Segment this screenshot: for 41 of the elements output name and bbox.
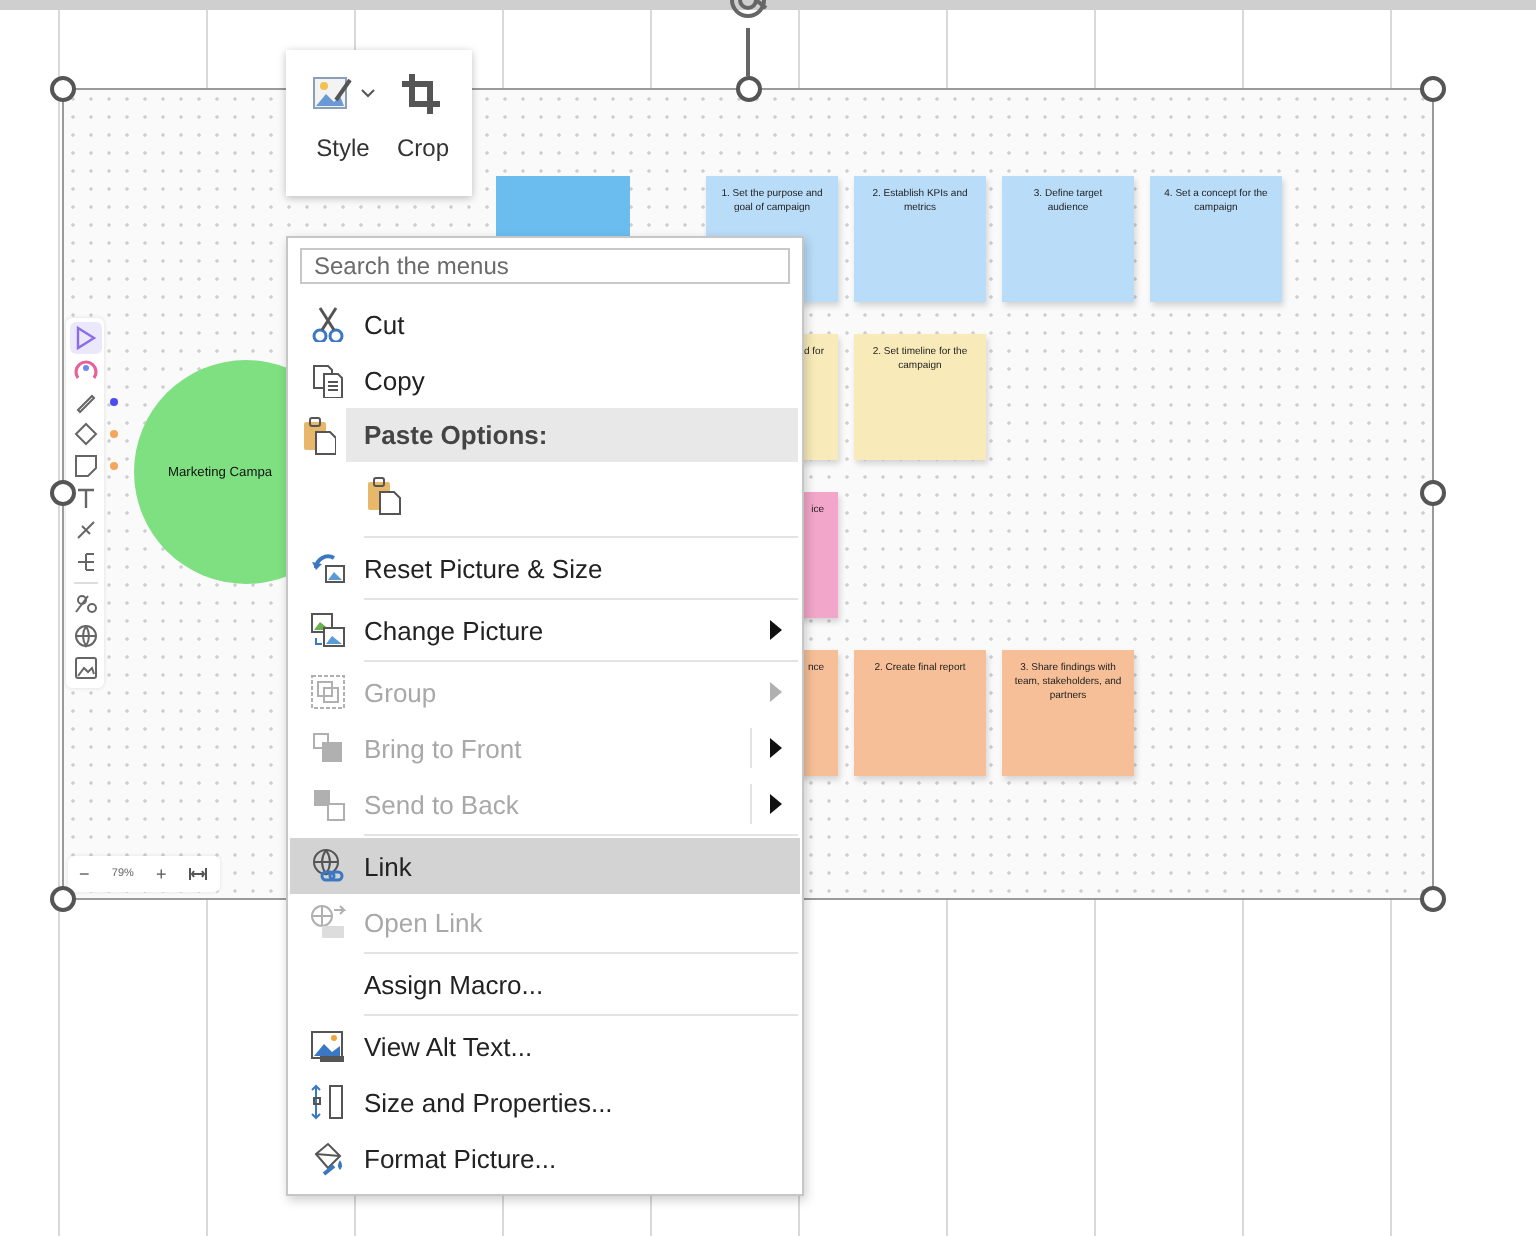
- size-icon: [309, 1084, 345, 1120]
- resize-handle[interactable]: [50, 76, 76, 102]
- group-icon: [309, 674, 345, 710]
- fit-icon[interactable]: [188, 866, 209, 882]
- menu-item[interactable]: Link: [290, 838, 800, 894]
- scissors-icon: [309, 306, 345, 342]
- pointer-icon[interactable]: [69, 322, 101, 354]
- menu-item[interactable]: View Alt Text...: [290, 1018, 800, 1074]
- layers-icon: [309, 786, 345, 822]
- menu-item[interactable]: Format Picture...: [290, 1130, 800, 1186]
- style-button[interactable]: Style: [304, 70, 381, 196]
- alt-text-icon: [309, 1028, 345, 1064]
- resize-handle[interactable]: [1420, 886, 1446, 912]
- clipboard-icon: [300, 415, 336, 455]
- resize-handle[interactable]: [1420, 480, 1446, 506]
- zoom-in-button[interactable]: +: [156, 864, 167, 884]
- menu-item[interactable]: Copy: [290, 352, 800, 408]
- resize-handle[interactable]: [50, 480, 76, 506]
- resize-handle[interactable]: [736, 76, 762, 102]
- layers-icon: [309, 730, 345, 766]
- crop-button[interactable]: Crop: [392, 70, 453, 196]
- zoom-out-button[interactable]: −: [79, 864, 90, 884]
- link-icon: [309, 848, 345, 884]
- menu-item[interactable]: Size and Properties...: [290, 1074, 800, 1130]
- search-field[interactable]: Search the menus: [300, 248, 790, 284]
- copy-icon: [309, 362, 345, 398]
- menu-item[interactable]: Cut: [290, 296, 800, 352]
- menu-item[interactable]: Assign Macro...: [290, 956, 800, 1012]
- menu-header: Paste Options:: [346, 408, 798, 462]
- menu-item[interactable]: Change Picture: [290, 602, 800, 658]
- globe-icon[interactable]: [69, 620, 101, 652]
- menu-item[interactable]: Reset Picture & Size: [290, 540, 800, 596]
- reset-icon: [309, 550, 345, 586]
- resize-handle[interactable]: [50, 886, 76, 912]
- caret-icon[interactable]: [360, 88, 377, 100]
- paste-icon[interactable]: [364, 476, 404, 520]
- open-link-icon: [309, 904, 345, 940]
- image-icon[interactable]: [69, 652, 101, 684]
- change-picture-icon: [309, 612, 345, 648]
- resize-handle[interactable]: [1420, 76, 1446, 102]
- paint-bucket-icon: [309, 1140, 345, 1176]
